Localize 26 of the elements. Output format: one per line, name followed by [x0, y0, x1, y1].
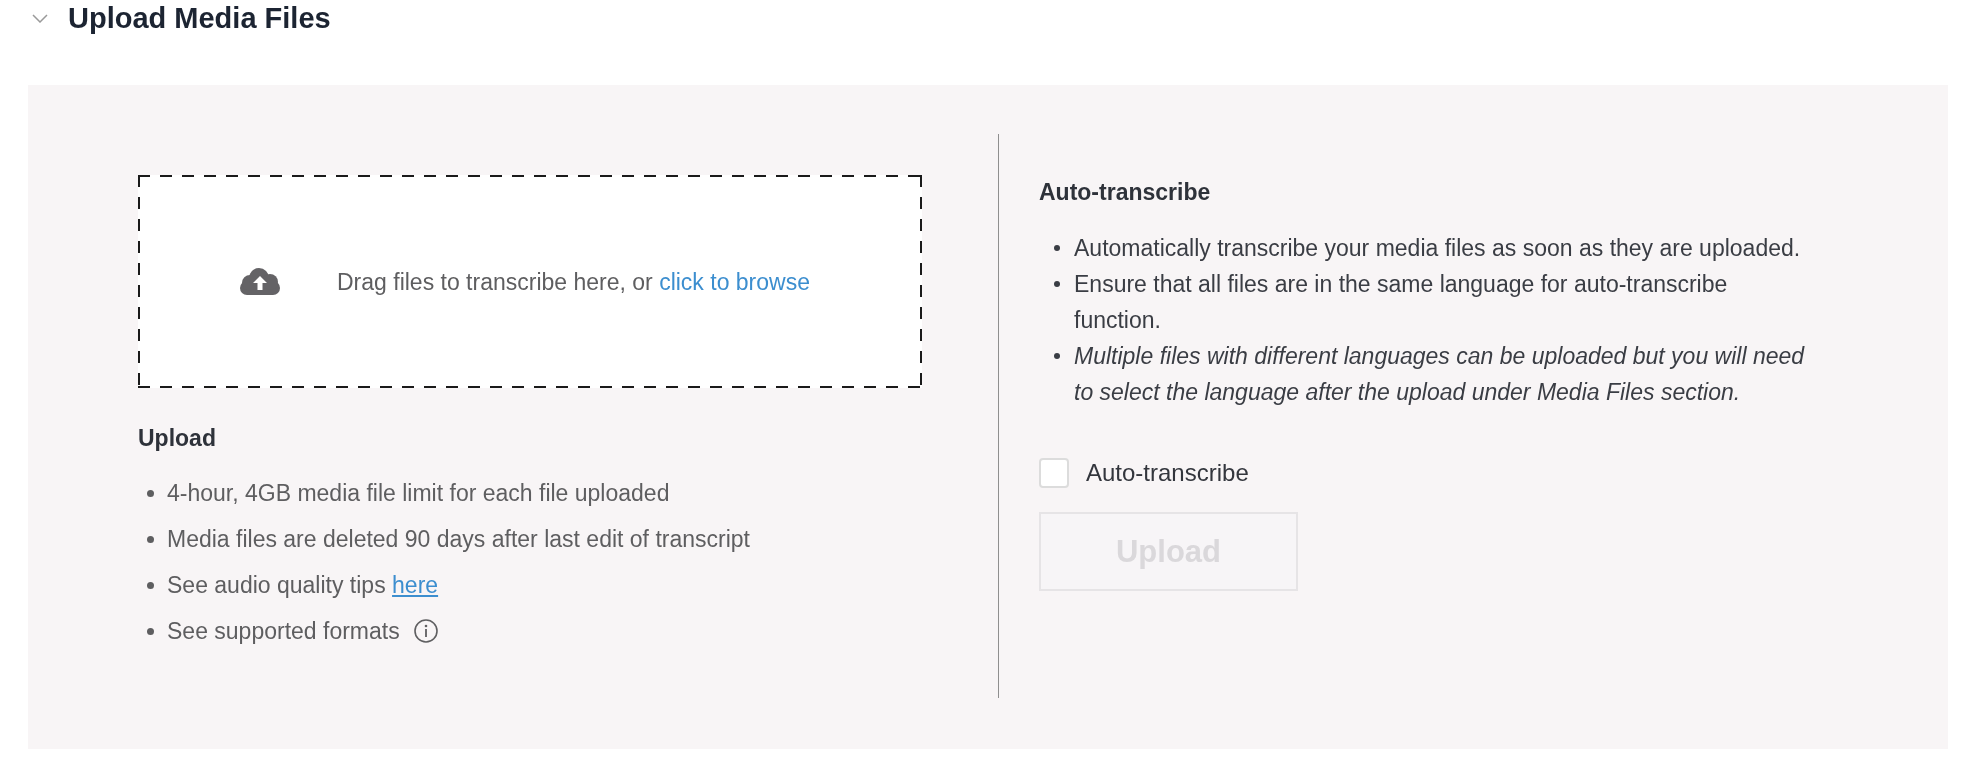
section-title: Upload Media Files — [68, 1, 331, 36]
chevron-down-icon[interactable] — [32, 13, 48, 23]
checkbox-label: Auto-transcribe — [1086, 458, 1249, 488]
here-link[interactable]: here — [392, 572, 439, 598]
bullet-icon — [1054, 245, 1060, 251]
auto-transcribe-note: Ensure that all files are in the same language for auto-transcribe function. — [1074, 270, 1729, 335]
auto-transcribe-checkbox[interactable] — [1039, 458, 1069, 488]
info-text: See supported formats — [167, 617, 400, 645]
bullet-icon — [147, 581, 154, 589]
auto-transcribe-note: Multiple files with different languages can be uploaded but you will need to select the language after the upload under Media Files section. — [1074, 342, 1806, 407]
upload-heading: Upload — [138, 424, 216, 452]
info-text: 4-hour, 4GB media file limit for each file uploaded — [167, 479, 670, 507]
info-icon[interactable] — [413, 619, 438, 643]
cloud-upload-icon — [240, 268, 280, 295]
bullet-icon — [147, 489, 154, 497]
drop-instructions: Drag files to transcribe here, or click to browse — [337, 267, 810, 296]
auto-transcribe-note: Automatically transcribe your media files as soon as they are uploaded. — [1074, 234, 1801, 263]
bullet-icon — [1054, 353, 1060, 359]
bullet-icon — [1054, 281, 1060, 287]
bullet-icon — [147, 627, 154, 635]
info-text: See audio quality tips here — [167, 571, 439, 599]
bullet-icon — [147, 535, 154, 543]
browse-link[interactable]: click to browse — [659, 268, 810, 295]
file-drop-zone[interactable]: Drag files to transcribe here, or click to browse — [138, 175, 922, 388]
auto-transcribe-heading: Auto-transcribe — [1039, 178, 1211, 206]
info-text: Media files are deleted 90 days after last edit of transcript — [167, 525, 750, 553]
